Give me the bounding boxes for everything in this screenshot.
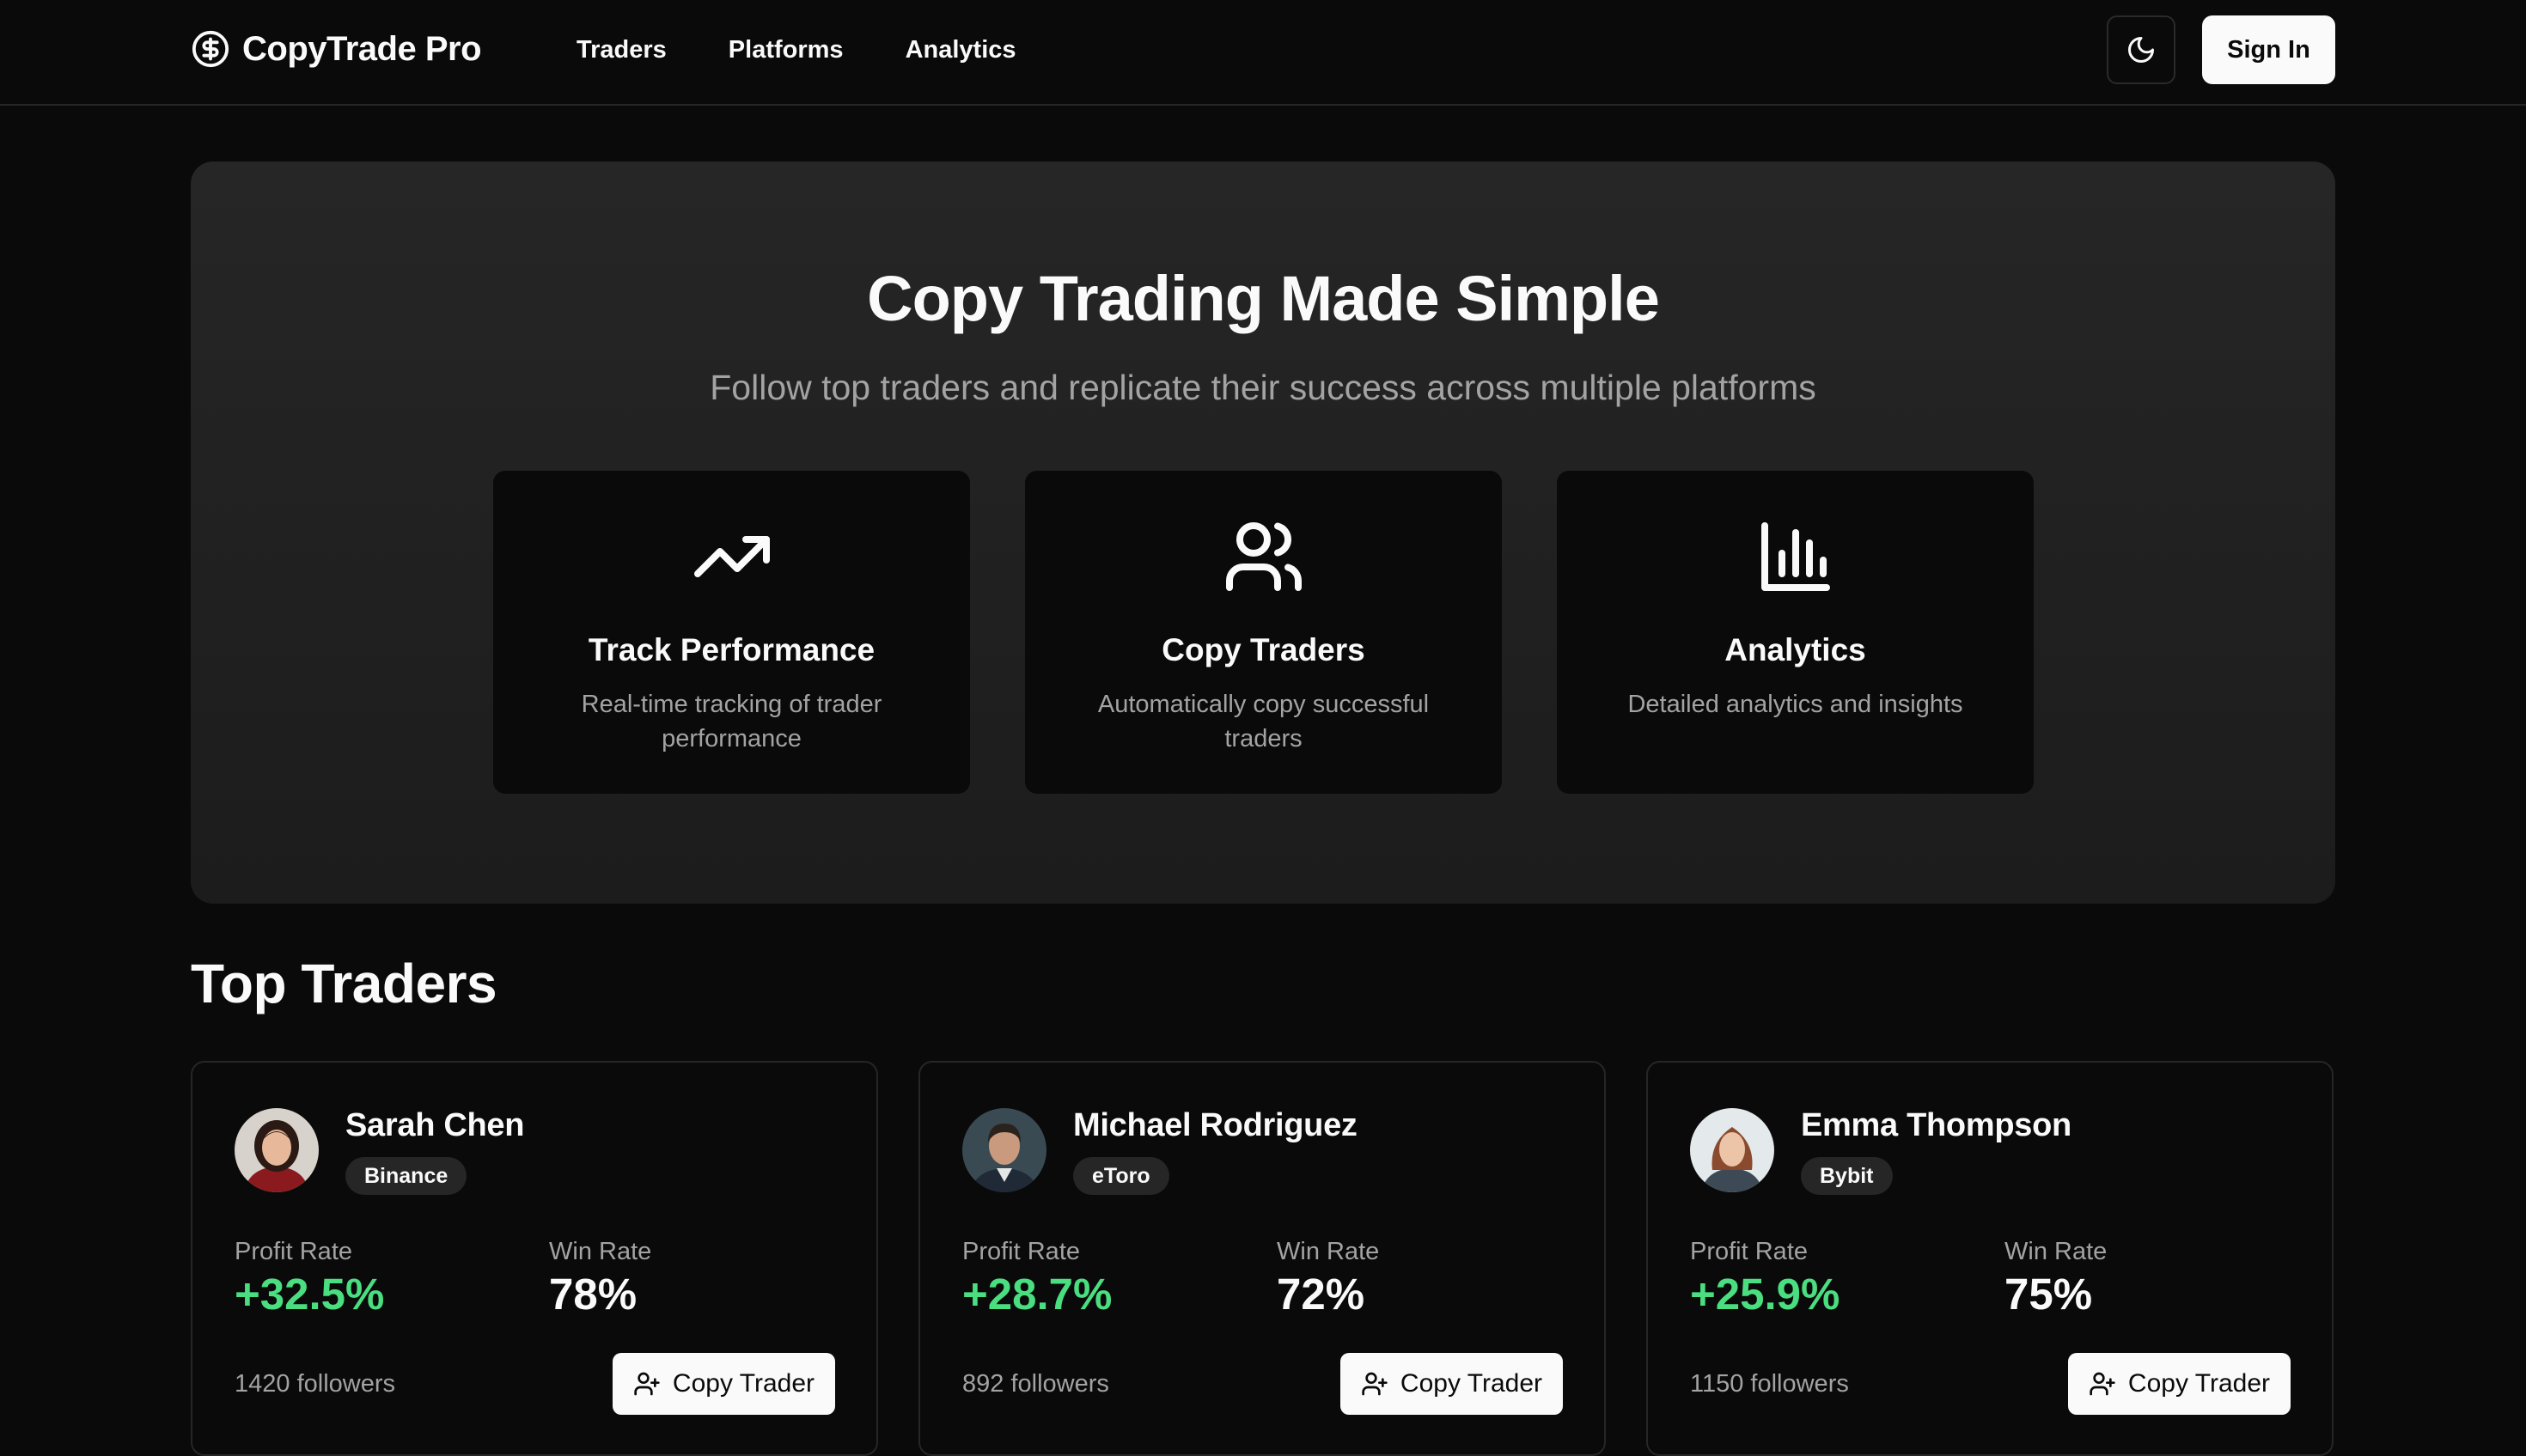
users-icon: [1223, 515, 1305, 598]
profit-rate-value: +25.9%: [1690, 1270, 1840, 1319]
user-plus-icon: [2090, 1372, 2115, 1396]
trader-list: Sarah Chen Binance Profit Rate +32.5% Wi…: [191, 1061, 2334, 1456]
win-rate-label: Win Rate: [549, 1238, 652, 1265]
hero-subtitle: Follow top traders and replicate their s…: [710, 368, 1816, 407]
avatar: [1690, 1108, 1774, 1192]
top-traders-heading: Top Traders: [191, 953, 497, 1014]
profit-rate-label: Profit Rate: [1690, 1238, 1808, 1265]
bar-chart-icon: [1754, 515, 1837, 598]
nav-link-traders[interactable]: Traders: [577, 33, 667, 67]
profit-rate-label: Profit Rate: [962, 1238, 1080, 1265]
follower-count: 892 followers: [962, 1370, 1109, 1398]
profit-rate-value: +32.5%: [235, 1270, 385, 1319]
win-rate-value: 72%: [1277, 1270, 1365, 1319]
feature-title: Analytics: [1724, 632, 1866, 667]
follower-count: 1150 followers: [1690, 1370, 1849, 1398]
nav-link-platforms[interactable]: Platforms: [729, 33, 844, 67]
copy-trader-button[interactable]: Copy Trader: [1339, 1353, 1563, 1415]
feature-title: Track Performance: [588, 632, 876, 667]
navbar: CopyTrade Pro Traders Platforms Analytic…: [0, 0, 2526, 106]
trader-card: Emma Thompson Bybit Profit Rate +25.9% W…: [1646, 1061, 2334, 1456]
win-rate-value: 75%: [2004, 1270, 2093, 1319]
sign-in-button[interactable]: Sign In: [2202, 15, 2335, 84]
trader-name: Michael Rodriguez: [1073, 1107, 1358, 1143]
theme-toggle-button[interactable]: [2107, 15, 2175, 84]
feature-title: Copy Traders: [1162, 632, 1365, 667]
profit-rate-value: +28.7%: [962, 1270, 1113, 1319]
main-nav: Traders Platforms Analytics: [577, 33, 1016, 67]
moon-icon: [2128, 37, 2154, 63]
trader-card: Michael Rodriguez eToro Profit Rate +28.…: [918, 1061, 1606, 1456]
brand-name: CopyTrade Pro: [242, 29, 482, 68]
feature-card-copy-traders: Copy Traders Automatically copy successf…: [1025, 471, 1502, 794]
platform-badge: eToro: [1073, 1157, 1169, 1195]
feature-description: Automatically copy successful traders: [1097, 691, 1430, 752]
copy-trader-button[interactable]: Copy Trader: [612, 1353, 835, 1415]
feature-card-analytics: Analytics Detailed analytics and insight…: [1557, 471, 2034, 794]
feature-list: Track Performance Real-time tracking of …: [493, 471, 2034, 794]
feature-description: Detailed analytics and insights: [1627, 691, 1963, 718]
feature-card-track-performance: Track Performance Real-time tracking of …: [493, 471, 970, 794]
profit-rate-label: Profit Rate: [235, 1238, 352, 1265]
follower-count: 1420 followers: [235, 1370, 395, 1398]
win-rate-label: Win Rate: [1277, 1238, 1380, 1265]
platform-badge: Binance: [345, 1157, 467, 1195]
avatar: [235, 1108, 319, 1192]
nav-link-analytics[interactable]: Analytics: [906, 33, 1016, 67]
copy-trader-label: Copy Trader: [672, 1369, 815, 1398]
brand-logo[interactable]: CopyTrade Pro: [191, 27, 482, 70]
user-plus-icon: [1362, 1372, 1388, 1396]
trending-up-icon: [691, 515, 773, 598]
win-rate-label: Win Rate: [2004, 1238, 2108, 1265]
trader-name: Emma Thompson: [1801, 1107, 2071, 1143]
win-rate-value: 78%: [549, 1270, 638, 1319]
dollar-circle-icon: [192, 30, 229, 68]
platform-badge: Bybit: [1801, 1157, 1893, 1195]
trader-name: Sarah Chen: [345, 1107, 525, 1143]
copy-trader-button[interactable]: Copy Trader: [2067, 1353, 2291, 1415]
hero-title: Copy Trading Made Simple: [867, 263, 1660, 334]
copy-trader-label: Copy Trader: [1400, 1369, 1542, 1398]
avatar: [962, 1108, 1046, 1192]
feature-description: Real-time tracking of trader performance: [581, 691, 882, 752]
user-plus-icon: [634, 1372, 660, 1396]
trader-card: Sarah Chen Binance Profit Rate +32.5% Wi…: [191, 1061, 878, 1456]
copy-trader-label: Copy Trader: [2127, 1369, 2270, 1398]
hero-section: Copy Trading Made Simple Follow top trad…: [191, 161, 2335, 904]
